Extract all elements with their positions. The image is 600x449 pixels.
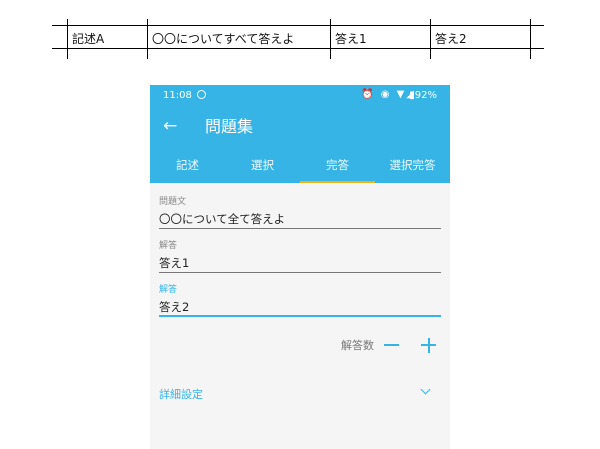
battery-indicator: ▮92% xyxy=(409,90,437,101)
answer-input-1[interactable]: 答え1 xyxy=(159,255,441,273)
tab-bar: 記述 選択 完答 選択完答 xyxy=(150,147,450,183)
toolbar: ← 問題集 xyxy=(150,107,450,147)
phone-screen: 11:08 ⏰ ◉ ▼◢ ▮92% ← 問題集 記述 選択 完答 選択完答 問題… xyxy=(150,85,450,449)
grid-line-col xyxy=(147,19,148,59)
answer-count-control: 解答数 xyxy=(341,335,436,355)
question-field[interactable]: 問題文 〇〇について全て答えよ xyxy=(159,197,441,229)
grid-line-top xyxy=(52,25,544,26)
question-input[interactable]: 〇〇について全て答えよ xyxy=(159,211,441,229)
grid-line-col xyxy=(330,19,331,59)
chevron-down-icon[interactable] xyxy=(420,384,431,395)
sheet-cell-question[interactable]: 〇〇についてすべて答えよ xyxy=(152,30,294,48)
app-bar: 11:08 ⏰ ◉ ▼◢ ▮92% ← 問題集 記述 選択 完答 選択完答 xyxy=(150,85,450,183)
spreadsheet-row: 記述A 〇〇についてすべて答えよ 答え1 答え2 xyxy=(0,0,600,60)
answer-label: 解答 xyxy=(159,241,178,251)
grid-line-col xyxy=(530,19,531,59)
plus-icon[interactable] xyxy=(421,337,436,353)
sheet-cell-answer-2[interactable]: 答え2 xyxy=(435,30,467,48)
detail-settings-label: 詳細設定 xyxy=(159,388,203,401)
back-arrow-icon[interactable]: ← xyxy=(163,116,177,136)
page-title: 問題集 xyxy=(205,117,254,136)
answer-label: 解答 xyxy=(159,285,178,295)
sheet-cell-answer-1[interactable]: 答え1 xyxy=(335,30,367,48)
grid-line-col xyxy=(430,19,431,59)
tab-choice[interactable]: 選択 xyxy=(225,147,300,183)
tab-choice-complete[interactable]: 選択完答 xyxy=(375,147,450,183)
answer-field-1[interactable]: 解答 答え1 xyxy=(159,241,441,273)
detail-settings-toggle[interactable]: 詳細設定 xyxy=(159,383,441,401)
grid-line-col xyxy=(67,19,68,59)
status-icons: ⏰ ◉ ▼◢ xyxy=(361,89,416,100)
grid-line-bottom xyxy=(52,48,544,49)
answer-field-2[interactable]: 解答 答え2 xyxy=(159,285,441,317)
minus-icon[interactable] xyxy=(384,344,399,346)
question-label: 問題文 xyxy=(159,197,187,207)
notification-icon xyxy=(197,90,206,99)
status-bar: 11:08 ⏰ ◉ ▼◢ ▮92% xyxy=(150,85,450,107)
sheet-cell-type[interactable]: 記述A xyxy=(72,30,104,48)
tab-complete-answer[interactable]: 完答 xyxy=(300,147,375,183)
tab-descriptive[interactable]: 記述 xyxy=(150,147,225,183)
answer-input-2[interactable]: 答え2 xyxy=(159,299,441,317)
answer-count-label: 解答数 xyxy=(341,339,374,352)
status-time: 11:08 xyxy=(163,90,192,101)
